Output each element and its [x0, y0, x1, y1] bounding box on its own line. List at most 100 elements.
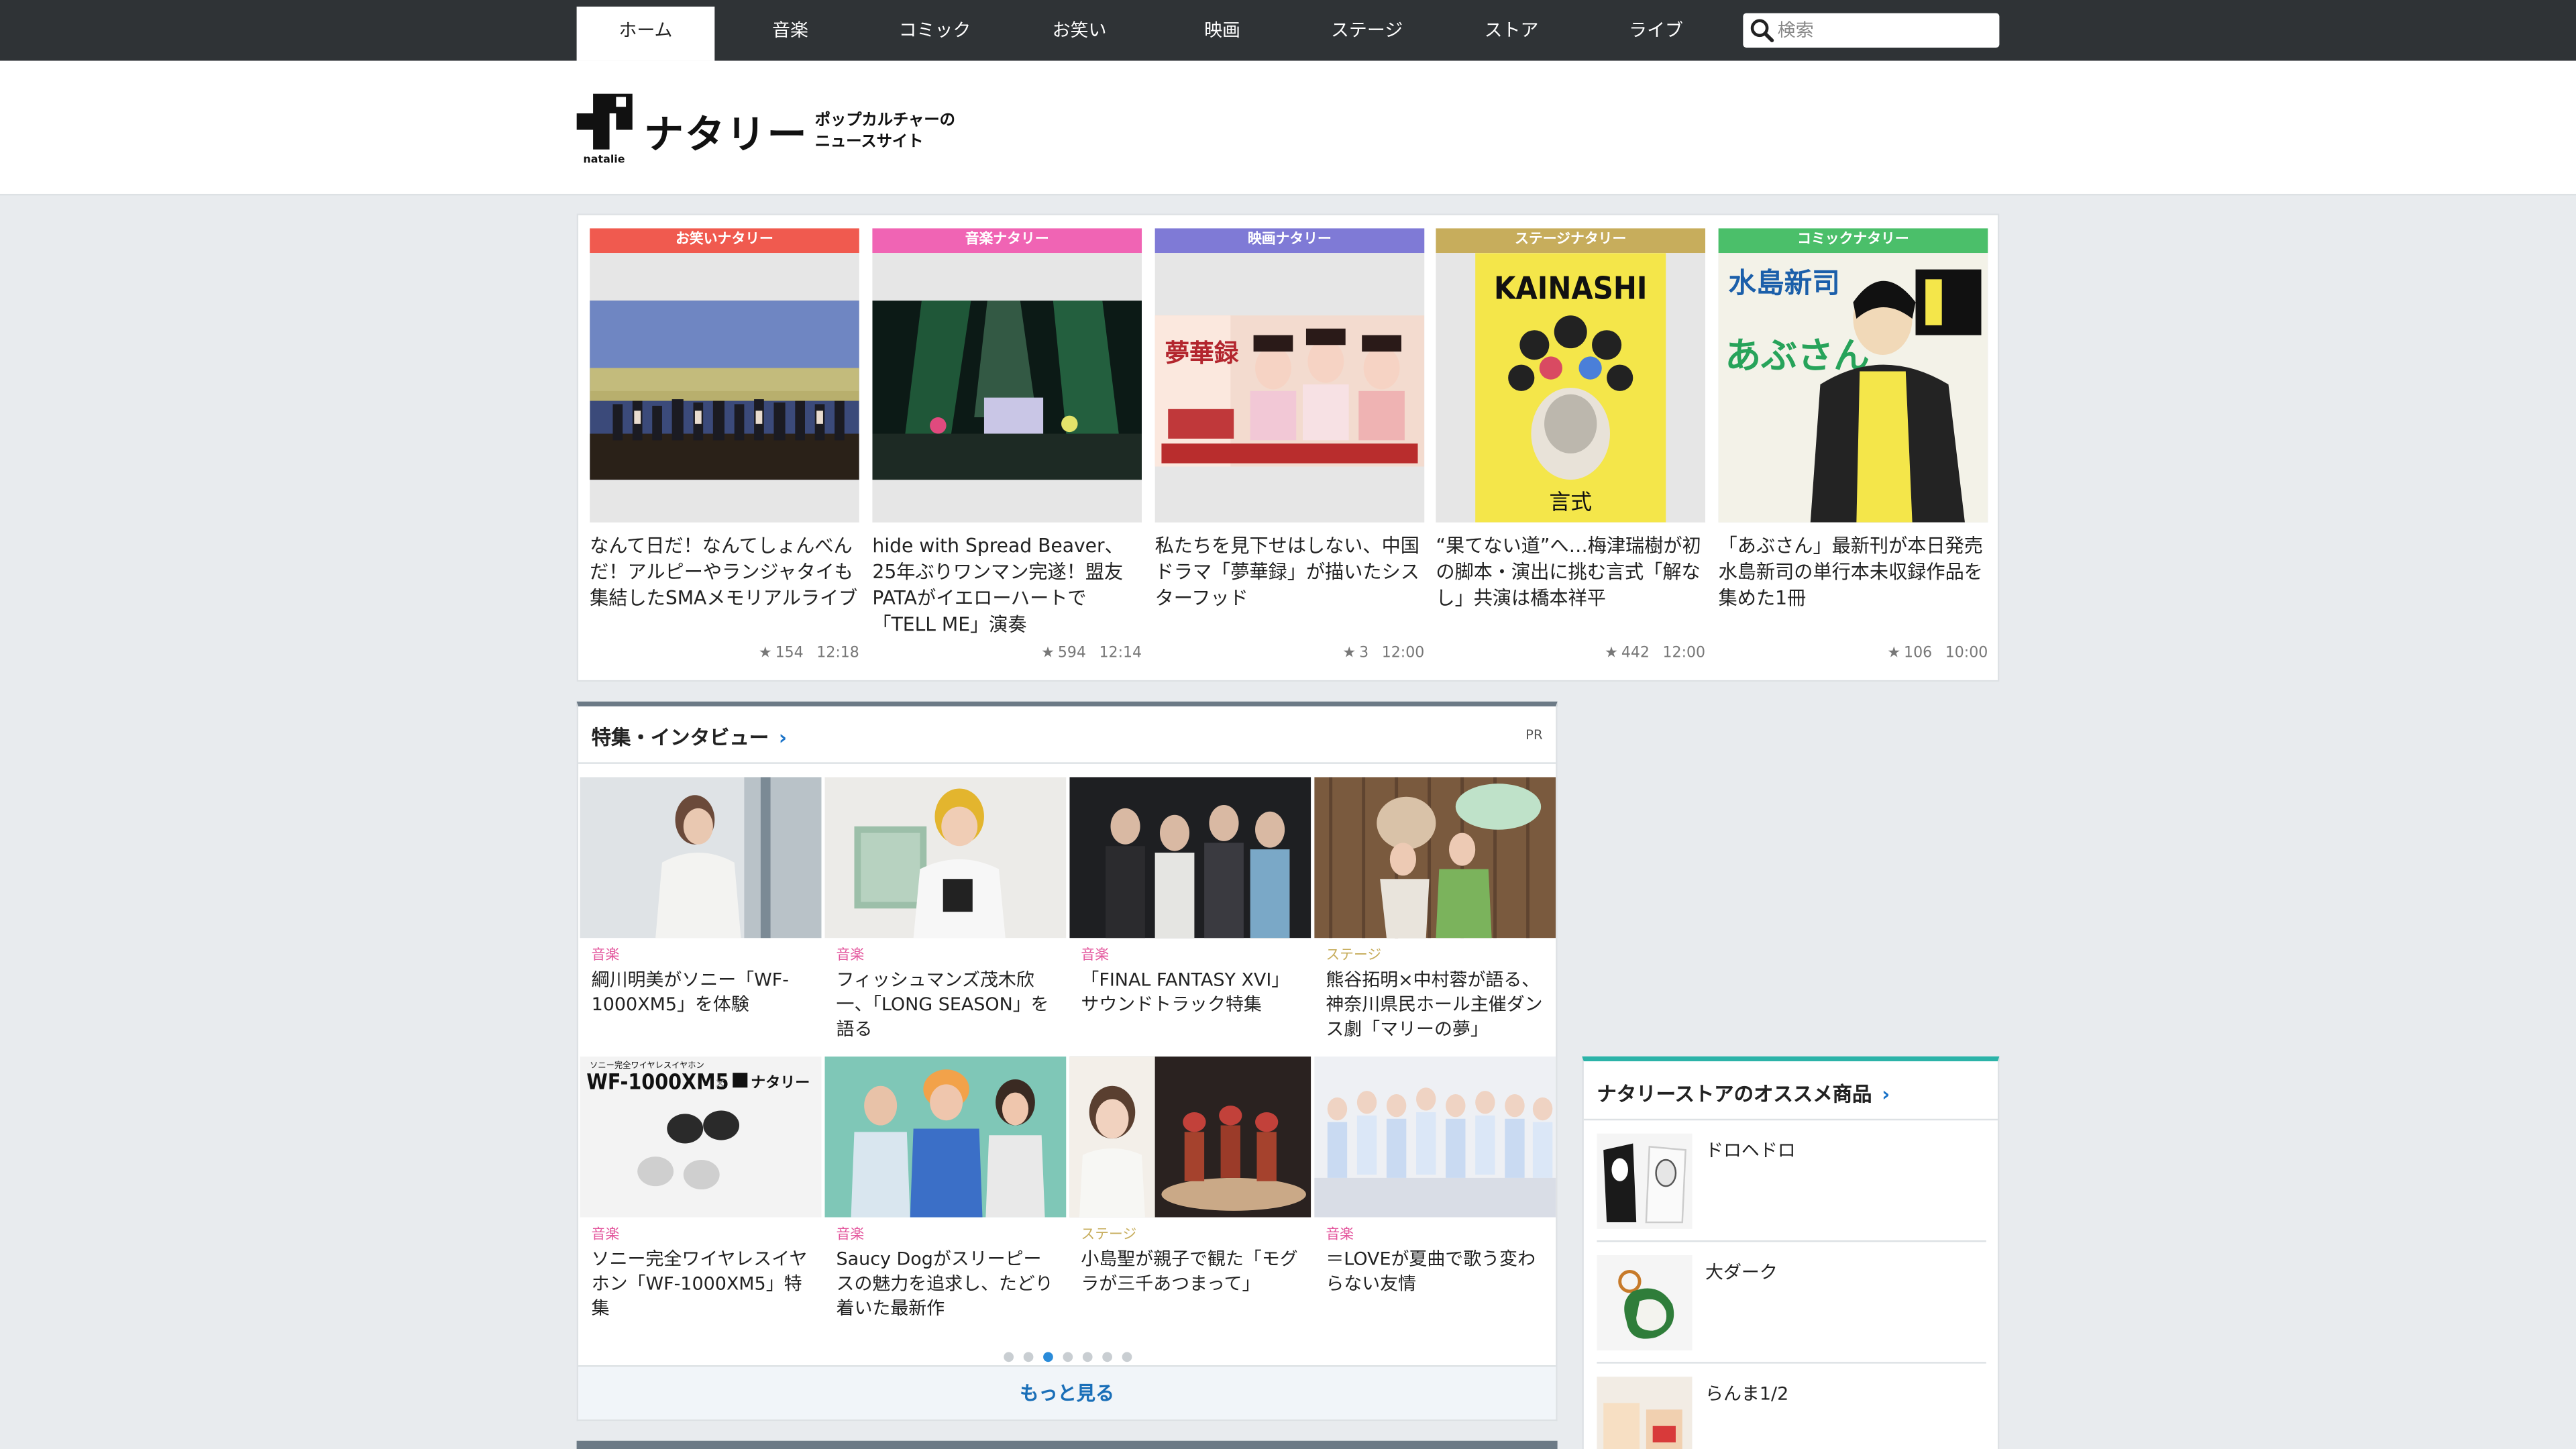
feature-title[interactable]: ＝LOVEが夏曲で歌う変わらない友情: [1326, 1247, 1544, 1296]
store-header: ナタリーストアのオススメ商品 ›: [1583, 1061, 1998, 1121]
nav-tab-music[interactable]: 音楽: [721, 7, 859, 61]
star-icon: ★: [1342, 645, 1356, 662]
logo-text[interactable]: ナタリー: [644, 102, 808, 160]
store-item-name[interactable]: らんま1/2: [1705, 1380, 1788, 1406]
store-item-name[interactable]: 大ダーク: [1705, 1258, 1778, 1285]
search-box: [1743, 13, 2000, 48]
nav-tab-comic[interactable]: コミック: [866, 7, 1004, 61]
pick-thumbnail[interactable]: KAINASHI 言式: [1436, 253, 1706, 523]
store-item[interactable]: らんま1/2: [1597, 1367, 1986, 1449]
carousel-dot[interactable]: [1062, 1352, 1072, 1362]
more-button[interactable]: もっと見る: [578, 1365, 1556, 1419]
nav-tab-home[interactable]: ホーム: [576, 6, 715, 61]
global-nav: ホーム 音楽 コミック お笑い 映画 ステージ ストア ライブ: [0, 0, 2576, 61]
carousel-dot[interactable]: [1003, 1352, 1013, 1362]
pick-meta: ★ 594 12:14: [1041, 645, 1142, 662]
nav-tab-owarai[interactable]: お笑い: [1010, 7, 1148, 61]
feature-image[interactable]: [1069, 1056, 1311, 1218]
store-item[interactable]: 大ダーク: [1597, 1245, 1986, 1364]
feature-image[interactable]: [1314, 1056, 1556, 1218]
feature-card[interactable]: 音楽 Saucy Dogがスリーピースの魅力を追求し、たどり着いた最新作: [824, 1056, 1067, 1321]
feature-card[interactable]: ステージ 熊谷拓明×中村蓉が語る、神奈川県民ホール主催ダンス劇「マリーの夢」: [1314, 777, 1556, 1041]
svg-text:KAINASHI: KAINASHI: [1494, 270, 1648, 307]
feature-category: 音楽: [591, 948, 620, 965]
feature-category: 音楽: [591, 1227, 620, 1244]
search-input[interactable]: [1777, 16, 1992, 45]
natalie-logo-icon[interactable]: [576, 93, 633, 150]
category-badge: 音楽ナタリー: [872, 228, 1142, 254]
pick-card[interactable]: 音楽ナタリー hide with Spread Beaver、25年ぶりワンマン…: [872, 228, 1142, 675]
pick-meta: ★ 3 12:00: [1342, 645, 1425, 662]
pick-title[interactable]: “果てない道”へ…梅津瑞樹が初の脚本・演出に挑む言式「解なし」共演は橋本祥平: [1436, 532, 1705, 611]
pick-title[interactable]: hide with Spread Beaver、25年ぶりワンマン完遂！盟友PA…: [872, 532, 1142, 637]
feature-image[interactable]: [1069, 777, 1311, 938]
pick-thumbnail[interactable]: [590, 253, 859, 523]
carousel-dot[interactable]: [1022, 1352, 1033, 1362]
pick-card[interactable]: 映画ナタリー 夢華録 私たちを見下せはしない、中国ドラマ「夢華録」が描いたシスタ…: [1155, 228, 1425, 675]
feature-title[interactable]: フィッシュマンズ茂木欣一、「LONG SEASON」を語る: [837, 967, 1055, 1041]
pick-meta: ★ 106 10:00: [1887, 645, 1988, 662]
store-item[interactable]: ドロヘドロ: [1597, 1124, 1986, 1242]
feature-title[interactable]: 「FINAL FANTASY XVI」サウンドトラック特集: [1081, 967, 1299, 1016]
feature-title[interactable]: ソニー完全ワイヤレスイヤホン「WF-1000XM5」特集: [592, 1247, 810, 1321]
feature-category: 音楽: [836, 948, 865, 965]
pick-thumbnail[interactable]: [872, 253, 1142, 523]
nav-tab-live[interactable]: ライブ: [1587, 7, 1725, 61]
feature-title[interactable]: Saucy Dogがスリーピースの魅力を追求し、たどり着いた最新作: [837, 1247, 1055, 1321]
category-badge: 映画ナタリー: [1155, 228, 1425, 254]
pick-thumbnail[interactable]: 夢華録: [1155, 253, 1425, 523]
carousel-dot[interactable]: [1081, 1352, 1092, 1362]
feature-category: ステージ: [1081, 1227, 1137, 1244]
pick-card[interactable]: ステージナタリー KAINASHI 言式 “果てない道”へ…梅津瑞樹が初の脚本・…: [1436, 228, 1706, 675]
star-icon: ★: [1605, 645, 1618, 662]
svg-text:ソニー完全ワイヤレスイヤホン: ソニー完全ワイヤレスイヤホン: [590, 1060, 704, 1070]
search-icon[interactable]: [1750, 18, 1774, 43]
feature-category: ステージ: [1326, 948, 1382, 965]
feature-image[interactable]: [1314, 777, 1556, 938]
feature-card[interactable]: 音楽 綱川明美がソニー「WF-1000XM5」を体験: [580, 777, 822, 1017]
category-badge: ステージナタリー: [1436, 228, 1706, 254]
feature-title[interactable]: 熊谷拓明×中村蓉が語る、神奈川県民ホール主催ダンス劇「マリーの夢」: [1326, 967, 1544, 1041]
chevron-right-icon: ›: [778, 726, 787, 749]
star-icon: ★: [758, 645, 772, 662]
logo-subtext: natalie: [583, 152, 625, 166]
pick-card[interactable]: お笑いナタリー なんて日だ！なんてしょんべんだ！アルピーやランジャタイも集結した…: [590, 228, 859, 675]
category-badge: コミックナタリー: [1718, 228, 1988, 254]
feature-title[interactable]: 綱川明美がソニー「WF-1000XM5」を体験: [592, 967, 810, 1016]
pr-label: PR: [1525, 727, 1543, 743]
top-picks-panel: お笑いナタリー なんて日だ！なんてしょんべんだ！アルピーやランジャタイも集結した…: [576, 213, 2002, 682]
feature-card[interactable]: 音楽 「FINAL FANTASY XVI」サウンドトラック特集: [1069, 777, 1311, 1017]
feature-title[interactable]: 小島聖が親子で観た「モグラが三千あつまって」: [1081, 1247, 1299, 1296]
feature-image[interactable]: [580, 777, 822, 938]
pick-card[interactable]: コミックナタリー 水島新司 あぶさん 「あぶさん」最新刊が本日発売 水島新司の単…: [1718, 228, 2002, 675]
feature-card[interactable]: 音楽 フィッシュマンズ茂木欣一、「LONG SEASON」を語る: [824, 777, 1067, 1041]
store-item-image[interactable]: [1597, 1133, 1693, 1229]
feature-image[interactable]: [824, 1056, 1067, 1218]
nav-tab-eiga[interactable]: 映画: [1153, 7, 1291, 61]
feature-category: 音楽: [1081, 948, 1110, 965]
store-item-image[interactable]: [1597, 1255, 1693, 1351]
svg-text:あぶさん: あぶさん: [1725, 335, 1869, 377]
carousel-dot[interactable]: [1121, 1352, 1132, 1362]
feature-card[interactable]: ステージ 小島聖が親子で観た「モグラが三千あつまって」: [1069, 1056, 1311, 1297]
next-section-top: [576, 1440, 1558, 1449]
feature-image[interactable]: [824, 777, 1067, 938]
feature-card[interactable]: 音楽 ＝LOVEが夏曲で歌う変わらない友情: [1314, 1056, 1556, 1297]
pick-title[interactable]: なんて日だ！なんてしょんべんだ！アルピーやランジャタイも集結したSMAメモリアル…: [590, 532, 859, 611]
store-heading-link[interactable]: ナタリーストアのオススメ商品 ›: [1597, 1079, 1890, 1108]
carousel-dot[interactable]: [1102, 1352, 1112, 1362]
nav-tab-stage[interactable]: ステージ: [1298, 7, 1436, 61]
pick-title[interactable]: 私たちを見下せはしない、中国ドラマ「夢華録」が描いたシスターフッド: [1155, 532, 1425, 611]
nav-tab-store[interactable]: ストア: [1442, 7, 1580, 61]
features-panel: 特集・インタビュー › PR 音楽 綱川明美がソニー「WF-1000XM5」を体験: [576, 701, 1558, 1421]
feature-category: 音楽: [1326, 1227, 1354, 1244]
feature-category: 音楽: [836, 1227, 865, 1244]
feature-image[interactable]: ソニー完全ワイヤレスイヤホン WF-1000XM5 × ナタリー: [580, 1056, 822, 1218]
feature-card[interactable]: ソニー完全ワイヤレスイヤホン WF-1000XM5 × ナタリー 音楽 ソニー完…: [580, 1056, 822, 1321]
pick-title[interactable]: 「あぶさん」最新刊が本日発売 水島新司の単行本未収録作品を集めた1冊: [1719, 532, 2002, 611]
pick-thumbnail[interactable]: 水島新司 あぶさん: [1718, 253, 1988, 523]
store-item-image[interactable]: [1597, 1377, 1693, 1449]
features-heading-link[interactable]: 特集・インタビュー ›: [592, 723, 787, 751]
carousel-dot-active[interactable]: [1042, 1352, 1053, 1362]
store-item-name[interactable]: ドロヘドロ: [1705, 1137, 1796, 1163]
